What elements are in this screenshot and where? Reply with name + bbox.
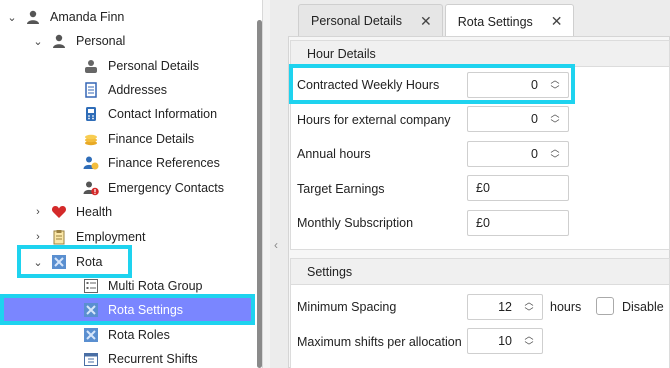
minimum-spacing-input[interactable]: 12 ︿ ﹀ <box>467 294 543 320</box>
contracted-weekly-hours-label: Contracted Weekly Hours <box>297 78 440 92</box>
collapse-panel-icon[interactable]: ‹ <box>274 238 278 252</box>
hours-external-company-label: Hours for external company <box>297 113 451 127</box>
tree-item-personal-details[interactable]: Personal Details <box>82 55 199 77</box>
spinner-icon[interactable]: ︿ ﹀ <box>520 294 538 320</box>
disable-label: Disable <box>622 300 664 314</box>
tree-item-contact-information[interactable]: Contact Information <box>82 103 217 125</box>
field-value: 0 <box>531 112 538 126</box>
target-earnings-input[interactable]: £0 <box>467 175 569 201</box>
list-icon <box>82 277 100 295</box>
monthly-subscription-label: Monthly Subscription <box>297 216 414 230</box>
tab-rota-settings[interactable]: Rota Settings ✕ <box>444 4 574 38</box>
tree-item-emergency-contacts[interactable]: Emergency Contacts <box>82 177 224 199</box>
tree-item-label: Recurrent Shifts <box>108 352 198 366</box>
spinner-icon[interactable]: ︿ ﹀ <box>546 106 564 132</box>
tab-label: Rota Settings <box>457 14 533 29</box>
navigation-tree: ⌄ Amanda Finn ⌄ Personal Personal Detail… <box>0 0 263 368</box>
emergency-contact-icon <box>82 179 100 197</box>
tree-item-recurrent-shifts[interactable]: Recurrent Shifts <box>82 348 198 368</box>
clipboard-icon <box>50 228 68 246</box>
tree-node-label: Health <box>76 205 113 219</box>
tree-node-employment[interactable]: › Employment <box>32 226 145 248</box>
group-header: Hour Details <box>291 41 669 67</box>
calendar-icon <box>82 350 100 368</box>
tree-item-label: Rota Roles <box>108 328 170 342</box>
tree-item-rota-settings[interactable]: Rota Settings <box>0 298 252 321</box>
tree-item-label: Rota Settings <box>108 302 184 317</box>
minimum-spacing-label: Minimum Spacing <box>297 300 397 314</box>
chevron-down-icon[interactable]: ⌄ <box>6 11 18 24</box>
hours-unit-label: hours <box>550 300 582 314</box>
monthly-subscription-input[interactable]: £0 <box>467 210 569 236</box>
address-book-icon <box>82 81 100 99</box>
chevron-right-icon[interactable]: › <box>32 231 44 243</box>
tree-item-label: Addresses <box>108 83 168 97</box>
tree-node-label: Amanda Finn <box>50 10 125 24</box>
tree-node-label: Rota <box>76 255 103 269</box>
chevron-down-icon[interactable]: ⌄ <box>32 35 44 48</box>
tab-personal-details[interactable]: Personal Details ✕ <box>298 4 443 37</box>
field-value: 12 <box>498 300 512 314</box>
phone-icon <box>82 105 100 123</box>
max-shifts-label: Maximum shifts per allocation <box>297 335 462 349</box>
person-coin-icon <box>82 154 100 172</box>
person-icon <box>24 8 42 26</box>
tree-item-label: Contact Information <box>108 107 218 121</box>
contracted-weekly-hours-input[interactable]: 0 ︿ ﹀ <box>467 72 569 98</box>
close-icon[interactable]: ✕ <box>551 13 563 30</box>
tree-node-rota[interactable]: ⌄ Rota <box>32 251 102 273</box>
annual-hours-input[interactable]: 0 ︿ ﹀ <box>467 141 569 167</box>
annual-hours-label: Annual hours <box>297 147 371 161</box>
tree-item-rota-roles[interactable]: Rota Roles <box>82 324 170 346</box>
tree-node-personal[interactable]: ⌄ Personal <box>32 30 125 52</box>
tree-item-label: Multi Rota Group <box>108 279 203 293</box>
tree-item-label: Personal Details <box>108 59 200 73</box>
disable-checkbox[interactable] <box>596 297 614 315</box>
tree-item-label: Finance Details <box>108 132 195 146</box>
tab-label: Personal Details <box>311 14 403 28</box>
spinner-icon[interactable]: ︿ ﹀ <box>546 141 564 167</box>
field-value: £0 <box>476 216 490 230</box>
tree-scrollbar[interactable] <box>257 20 262 368</box>
tree-item-multi-rota-group[interactable]: Multi Rota Group <box>82 275 202 297</box>
heart-icon <box>50 203 68 221</box>
tree-node-label: Employment <box>76 230 146 244</box>
tree-item-addresses[interactable]: Addresses <box>82 79 167 101</box>
tree-item-finance-details[interactable]: Finance Details <box>82 128 194 150</box>
tree-node-health[interactable]: › Health <box>32 201 112 223</box>
rota-icon <box>82 301 100 319</box>
target-earnings-label: Target Earnings <box>297 182 385 196</box>
tree-node-root[interactable]: ⌄ Amanda Finn <box>6 6 124 28</box>
coins-icon <box>82 130 100 148</box>
chevron-down-icon[interactable]: ⌄ <box>32 256 44 269</box>
field-value: 0 <box>531 78 538 92</box>
field-value: 10 <box>498 334 512 348</box>
tab-bar: Personal Details ✕ Rota Settings ✕ <box>298 4 576 38</box>
rota-icon <box>82 326 100 344</box>
person-card-icon <box>82 57 100 75</box>
field-value: £0 <box>476 181 490 195</box>
max-shifts-input[interactable]: 10 ︿ ﹀ <box>467 328 543 354</box>
group-header: Settings <box>291 259 669 285</box>
hours-external-company-input[interactable]: 0 ︿ ﹀ <box>467 106 569 132</box>
tree-item-finance-references[interactable]: Finance References <box>82 152 220 174</box>
spinner-icon[interactable]: ︿ ﹀ <box>520 328 538 354</box>
tree-item-label: Emergency Contacts <box>108 181 225 195</box>
tree-item-label: Finance References <box>108 156 220 170</box>
tree-node-label: Personal <box>76 34 126 48</box>
chevron-right-icon[interactable]: › <box>32 206 44 218</box>
spinner-icon[interactable]: ︿ ﹀ <box>546 72 564 98</box>
person-icon <box>50 32 68 50</box>
field-value: 0 <box>531 147 538 161</box>
close-icon[interactable]: ✕ <box>420 13 432 30</box>
rota-icon <box>50 253 68 271</box>
